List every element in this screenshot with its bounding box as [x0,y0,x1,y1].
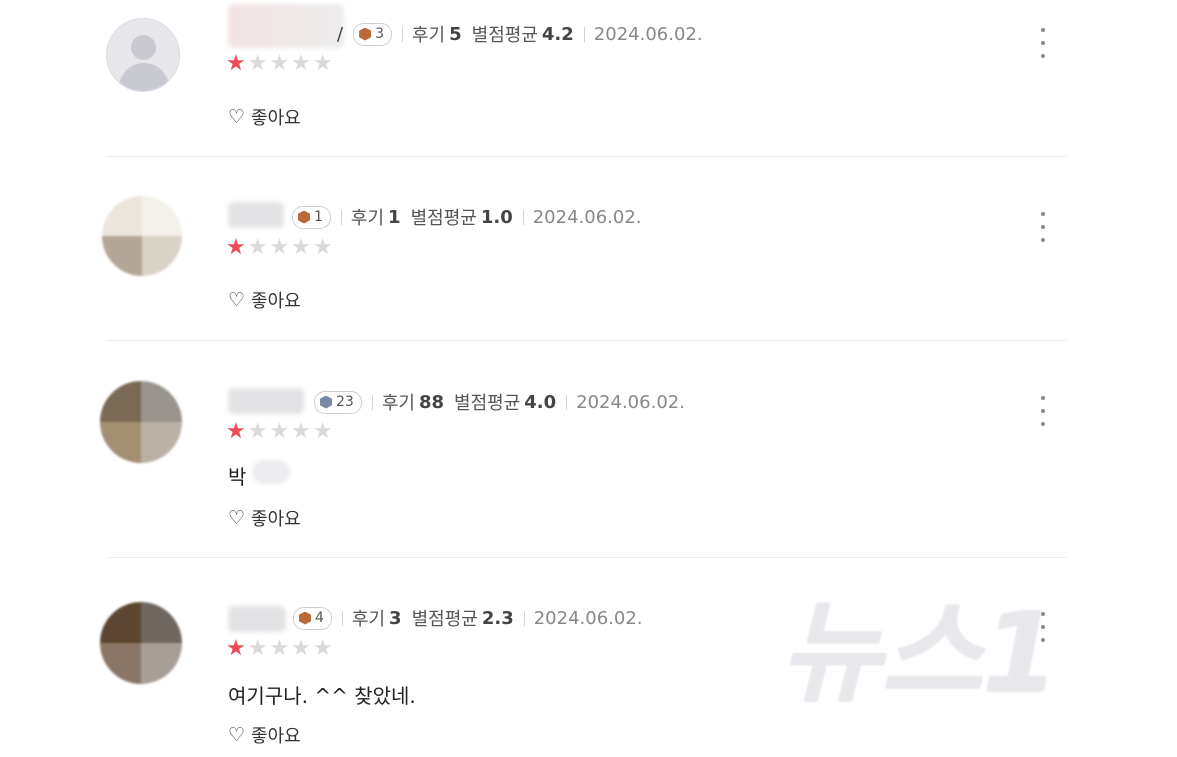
review-date: 2024.06.02. [593,23,703,45]
star-rating: ★★★★★ [226,237,335,259]
divider [371,394,373,410]
divider [402,26,403,42]
reviewer-name-blurred [228,388,304,414]
review-meta: 23 후기 88 별점평균 4.0 2024.06.02. [314,389,685,415]
review-comment: 박 [228,465,247,489]
level-badge[interactable]: 23 [314,390,362,414]
reviewer-name-suffix: / [337,23,344,45]
review-meta: 4 후기 3 별점평균 2.3 2024.06.02. [293,605,643,631]
star-icon: ★★★★ [247,419,335,444]
more-options-button[interactable] [1036,396,1050,426]
level-badge[interactable]: 4 [293,606,332,630]
star-icon: ★★★★ [247,51,335,76]
avatar[interactable] [100,381,182,463]
divider [106,156,1066,157]
star-icon: ★ [226,636,248,661]
star-icon: ★ [226,235,248,260]
heart-outline-icon: ♡ [228,289,246,311]
review-meta: 1 후기 1 별점평균 1.0 2024.06.02. [292,204,642,230]
review-count: 3 [389,607,402,629]
average-rating: 1.0 [480,206,513,228]
level-badge[interactable]: 3 [353,22,392,46]
hexagon-badge-icon [298,210,310,224]
avatar[interactable] [102,196,182,276]
divider [106,557,1066,558]
news1-watermark-logo: 뉴스1 [780,589,1059,717]
divider [583,26,585,42]
heart-outline-icon: ♡ [228,507,246,529]
like-button[interactable]: ♡ 좋아요 [228,104,301,130]
hexagon-badge-icon [299,611,311,625]
divider [341,610,343,626]
divider [522,209,524,225]
hexagon-badge-icon [320,395,332,409]
average-rating: 2.3 [481,607,514,629]
review-date: 2024.06.02. [576,391,685,413]
more-options-button[interactable] [1036,28,1050,58]
divider [566,394,568,410]
comment-blurred [252,460,290,484]
reviewer-name-blurred [228,202,284,228]
star-rating: ★★★★★ [226,53,335,75]
review-count: 5 [449,23,462,45]
reviewer-name-blurred [228,4,344,48]
reviewer-name-blurred [228,606,286,632]
star-rating: ★★★★★ [226,421,335,443]
heart-outline-icon: ♡ [228,106,246,128]
divider [106,340,1066,341]
review-date: 2024.06.02. [533,607,643,629]
review-count: 1 [388,206,401,228]
average-rating: 4.2 [541,23,574,45]
heart-outline-icon: ♡ [228,724,246,746]
like-button[interactable]: ♡ 좋아요 [228,722,301,748]
star-rating: ★★★★★ [226,638,335,660]
like-button[interactable]: ♡ 좋아요 [228,287,301,313]
level-badge[interactable]: 1 [292,205,331,229]
star-icon: ★ [226,51,248,76]
avatar[interactable] [100,602,182,684]
like-button[interactable]: ♡ 좋아요 [228,505,301,531]
star-icon: ★★★★ [247,235,335,260]
divider [523,610,525,626]
review-meta: / 3 후기 5 별점평균 4.2 2024.06.02. [337,22,703,46]
review-date: 2024.06.02. [532,206,642,228]
more-options-button[interactable] [1036,212,1050,242]
review-comment: 여기구나. ^^ 찾았네. [228,684,416,708]
average-rating: 4.0 [524,391,557,413]
hexagon-badge-icon [359,27,372,41]
star-icon: ★ [226,419,248,444]
review-count: 88 [418,391,445,413]
divider [340,209,342,225]
avatar[interactable] [106,18,180,92]
star-icon: ★★★★ [247,636,335,661]
